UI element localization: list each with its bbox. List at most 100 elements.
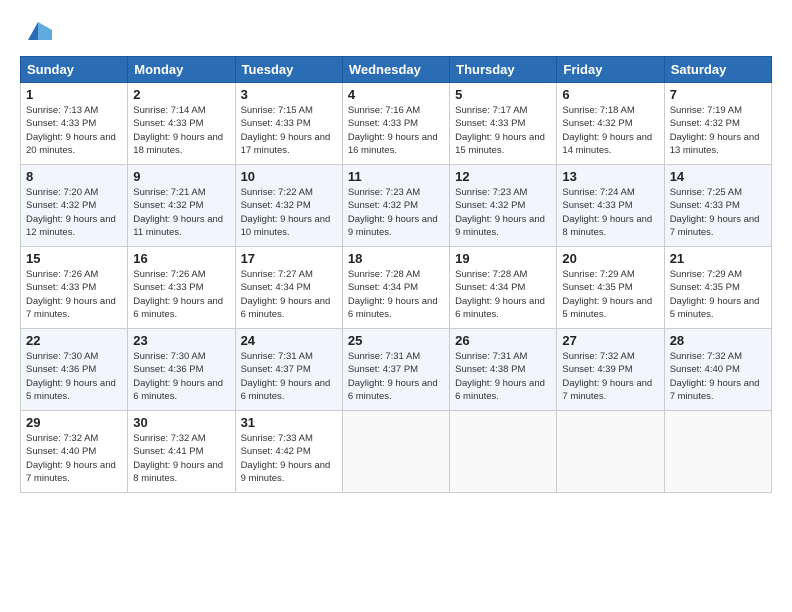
- logo-icon: [24, 16, 52, 44]
- weekday-saturday: Saturday: [664, 57, 771, 83]
- day-number: 25: [348, 333, 444, 348]
- calendar-cell: 17 Sunrise: 7:27 AM Sunset: 4:34 PM Dayl…: [235, 247, 342, 329]
- calendar-week-row: 15 Sunrise: 7:26 AM Sunset: 4:33 PM Dayl…: [21, 247, 772, 329]
- calendar-cell: 5 Sunrise: 7:17 AM Sunset: 4:33 PM Dayli…: [450, 83, 557, 165]
- day-number: 22: [26, 333, 122, 348]
- calendar-cell: 1 Sunrise: 7:13 AM Sunset: 4:33 PM Dayli…: [21, 83, 128, 165]
- day-number: 11: [348, 169, 444, 184]
- day-info: Sunrise: 7:27 AM Sunset: 4:34 PM Dayligh…: [241, 269, 331, 320]
- calendar-cell: 6 Sunrise: 7:18 AM Sunset: 4:32 PM Dayli…: [557, 83, 664, 165]
- calendar-cell: 15 Sunrise: 7:26 AM Sunset: 4:33 PM Dayl…: [21, 247, 128, 329]
- day-info: Sunrise: 7:28 AM Sunset: 4:34 PM Dayligh…: [348, 269, 438, 320]
- calendar-cell: 19 Sunrise: 7:28 AM Sunset: 4:34 PM Dayl…: [450, 247, 557, 329]
- calendar-cell: 22 Sunrise: 7:30 AM Sunset: 4:36 PM Dayl…: [21, 329, 128, 411]
- calendar-cell: 26 Sunrise: 7:31 AM Sunset: 4:38 PM Dayl…: [450, 329, 557, 411]
- calendar-cell: [342, 411, 449, 493]
- weekday-wednesday: Wednesday: [342, 57, 449, 83]
- day-number: 9: [133, 169, 229, 184]
- calendar-cell: 12 Sunrise: 7:23 AM Sunset: 4:32 PM Dayl…: [450, 165, 557, 247]
- calendar-week-row: 1 Sunrise: 7:13 AM Sunset: 4:33 PM Dayli…: [21, 83, 772, 165]
- day-info: Sunrise: 7:14 AM Sunset: 4:33 PM Dayligh…: [133, 105, 223, 156]
- calendar-cell: 16 Sunrise: 7:26 AM Sunset: 4:33 PM Dayl…: [128, 247, 235, 329]
- day-number: 4: [348, 87, 444, 102]
- day-number: 17: [241, 251, 337, 266]
- calendar-cell: 4 Sunrise: 7:16 AM Sunset: 4:33 PM Dayli…: [342, 83, 449, 165]
- day-number: 8: [26, 169, 122, 184]
- day-number: 31: [241, 415, 337, 430]
- day-info: Sunrise: 7:19 AM Sunset: 4:32 PM Dayligh…: [670, 105, 760, 156]
- weekday-header-row: SundayMondayTuesdayWednesdayThursdayFrid…: [21, 57, 772, 83]
- calendar-cell: 31 Sunrise: 7:33 AM Sunset: 4:42 PM Dayl…: [235, 411, 342, 493]
- day-info: Sunrise: 7:31 AM Sunset: 4:37 PM Dayligh…: [241, 351, 331, 402]
- day-number: 7: [670, 87, 766, 102]
- calendar-cell: 29 Sunrise: 7:32 AM Sunset: 4:40 PM Dayl…: [21, 411, 128, 493]
- day-info: Sunrise: 7:30 AM Sunset: 4:36 PM Dayligh…: [26, 351, 116, 402]
- day-number: 2: [133, 87, 229, 102]
- day-number: 20: [562, 251, 658, 266]
- calendar-cell: 28 Sunrise: 7:32 AM Sunset: 4:40 PM Dayl…: [664, 329, 771, 411]
- day-number: 13: [562, 169, 658, 184]
- day-number: 19: [455, 251, 551, 266]
- calendar-cell: 14 Sunrise: 7:25 AM Sunset: 4:33 PM Dayl…: [664, 165, 771, 247]
- day-number: 1: [26, 87, 122, 102]
- header: [20, 16, 772, 44]
- calendar-cell: 2 Sunrise: 7:14 AM Sunset: 4:33 PM Dayli…: [128, 83, 235, 165]
- day-number: 21: [670, 251, 766, 266]
- calendar-week-row: 22 Sunrise: 7:30 AM Sunset: 4:36 PM Dayl…: [21, 329, 772, 411]
- calendar-cell: [664, 411, 771, 493]
- calendar-cell: 21 Sunrise: 7:29 AM Sunset: 4:35 PM Dayl…: [664, 247, 771, 329]
- calendar-cell: 20 Sunrise: 7:29 AM Sunset: 4:35 PM Dayl…: [557, 247, 664, 329]
- calendar-cell: 3 Sunrise: 7:15 AM Sunset: 4:33 PM Dayli…: [235, 83, 342, 165]
- day-number: 14: [670, 169, 766, 184]
- day-number: 23: [133, 333, 229, 348]
- day-number: 26: [455, 333, 551, 348]
- calendar-cell: 27 Sunrise: 7:32 AM Sunset: 4:39 PM Dayl…: [557, 329, 664, 411]
- day-info: Sunrise: 7:16 AM Sunset: 4:33 PM Dayligh…: [348, 105, 438, 156]
- day-info: Sunrise: 7:29 AM Sunset: 4:35 PM Dayligh…: [562, 269, 652, 320]
- calendar-cell: [557, 411, 664, 493]
- day-info: Sunrise: 7:31 AM Sunset: 4:38 PM Dayligh…: [455, 351, 545, 402]
- calendar-table: SundayMondayTuesdayWednesdayThursdayFrid…: [20, 56, 772, 493]
- day-info: Sunrise: 7:31 AM Sunset: 4:37 PM Dayligh…: [348, 351, 438, 402]
- day-info: Sunrise: 7:21 AM Sunset: 4:32 PM Dayligh…: [133, 187, 223, 238]
- day-number: 18: [348, 251, 444, 266]
- calendar-cell: [450, 411, 557, 493]
- weekday-thursday: Thursday: [450, 57, 557, 83]
- day-info: Sunrise: 7:17 AM Sunset: 4:33 PM Dayligh…: [455, 105, 545, 156]
- calendar-week-row: 8 Sunrise: 7:20 AM Sunset: 4:32 PM Dayli…: [21, 165, 772, 247]
- day-info: Sunrise: 7:20 AM Sunset: 4:32 PM Dayligh…: [26, 187, 116, 238]
- day-info: Sunrise: 7:22 AM Sunset: 4:32 PM Dayligh…: [241, 187, 331, 238]
- day-number: 5: [455, 87, 551, 102]
- weekday-monday: Monday: [128, 57, 235, 83]
- weekday-friday: Friday: [557, 57, 664, 83]
- day-number: 16: [133, 251, 229, 266]
- calendar-cell: 24 Sunrise: 7:31 AM Sunset: 4:37 PM Dayl…: [235, 329, 342, 411]
- day-info: Sunrise: 7:33 AM Sunset: 4:42 PM Dayligh…: [241, 433, 331, 484]
- calendar-cell: 9 Sunrise: 7:21 AM Sunset: 4:32 PM Dayli…: [128, 165, 235, 247]
- day-number: 27: [562, 333, 658, 348]
- day-info: Sunrise: 7:18 AM Sunset: 4:32 PM Dayligh…: [562, 105, 652, 156]
- day-number: 3: [241, 87, 337, 102]
- calendar-cell: 13 Sunrise: 7:24 AM Sunset: 4:33 PM Dayl…: [557, 165, 664, 247]
- day-number: 6: [562, 87, 658, 102]
- day-number: 10: [241, 169, 337, 184]
- weekday-sunday: Sunday: [21, 57, 128, 83]
- logo: [20, 16, 52, 44]
- day-info: Sunrise: 7:26 AM Sunset: 4:33 PM Dayligh…: [26, 269, 116, 320]
- day-number: 30: [133, 415, 229, 430]
- day-info: Sunrise: 7:26 AM Sunset: 4:33 PM Dayligh…: [133, 269, 223, 320]
- weekday-tuesday: Tuesday: [235, 57, 342, 83]
- calendar-cell: 18 Sunrise: 7:28 AM Sunset: 4:34 PM Dayl…: [342, 247, 449, 329]
- day-info: Sunrise: 7:25 AM Sunset: 4:33 PM Dayligh…: [670, 187, 760, 238]
- calendar-cell: 23 Sunrise: 7:30 AM Sunset: 4:36 PM Dayl…: [128, 329, 235, 411]
- day-info: Sunrise: 7:28 AM Sunset: 4:34 PM Dayligh…: [455, 269, 545, 320]
- day-info: Sunrise: 7:32 AM Sunset: 4:40 PM Dayligh…: [670, 351, 760, 402]
- day-info: Sunrise: 7:32 AM Sunset: 4:41 PM Dayligh…: [133, 433, 223, 484]
- calendar-cell: 8 Sunrise: 7:20 AM Sunset: 4:32 PM Dayli…: [21, 165, 128, 247]
- calendar-cell: 10 Sunrise: 7:22 AM Sunset: 4:32 PM Dayl…: [235, 165, 342, 247]
- day-info: Sunrise: 7:23 AM Sunset: 4:32 PM Dayligh…: [455, 187, 545, 238]
- calendar-week-row: 29 Sunrise: 7:32 AM Sunset: 4:40 PM Dayl…: [21, 411, 772, 493]
- day-info: Sunrise: 7:24 AM Sunset: 4:33 PM Dayligh…: [562, 187, 652, 238]
- day-info: Sunrise: 7:32 AM Sunset: 4:39 PM Dayligh…: [562, 351, 652, 402]
- calendar-cell: 30 Sunrise: 7:32 AM Sunset: 4:41 PM Dayl…: [128, 411, 235, 493]
